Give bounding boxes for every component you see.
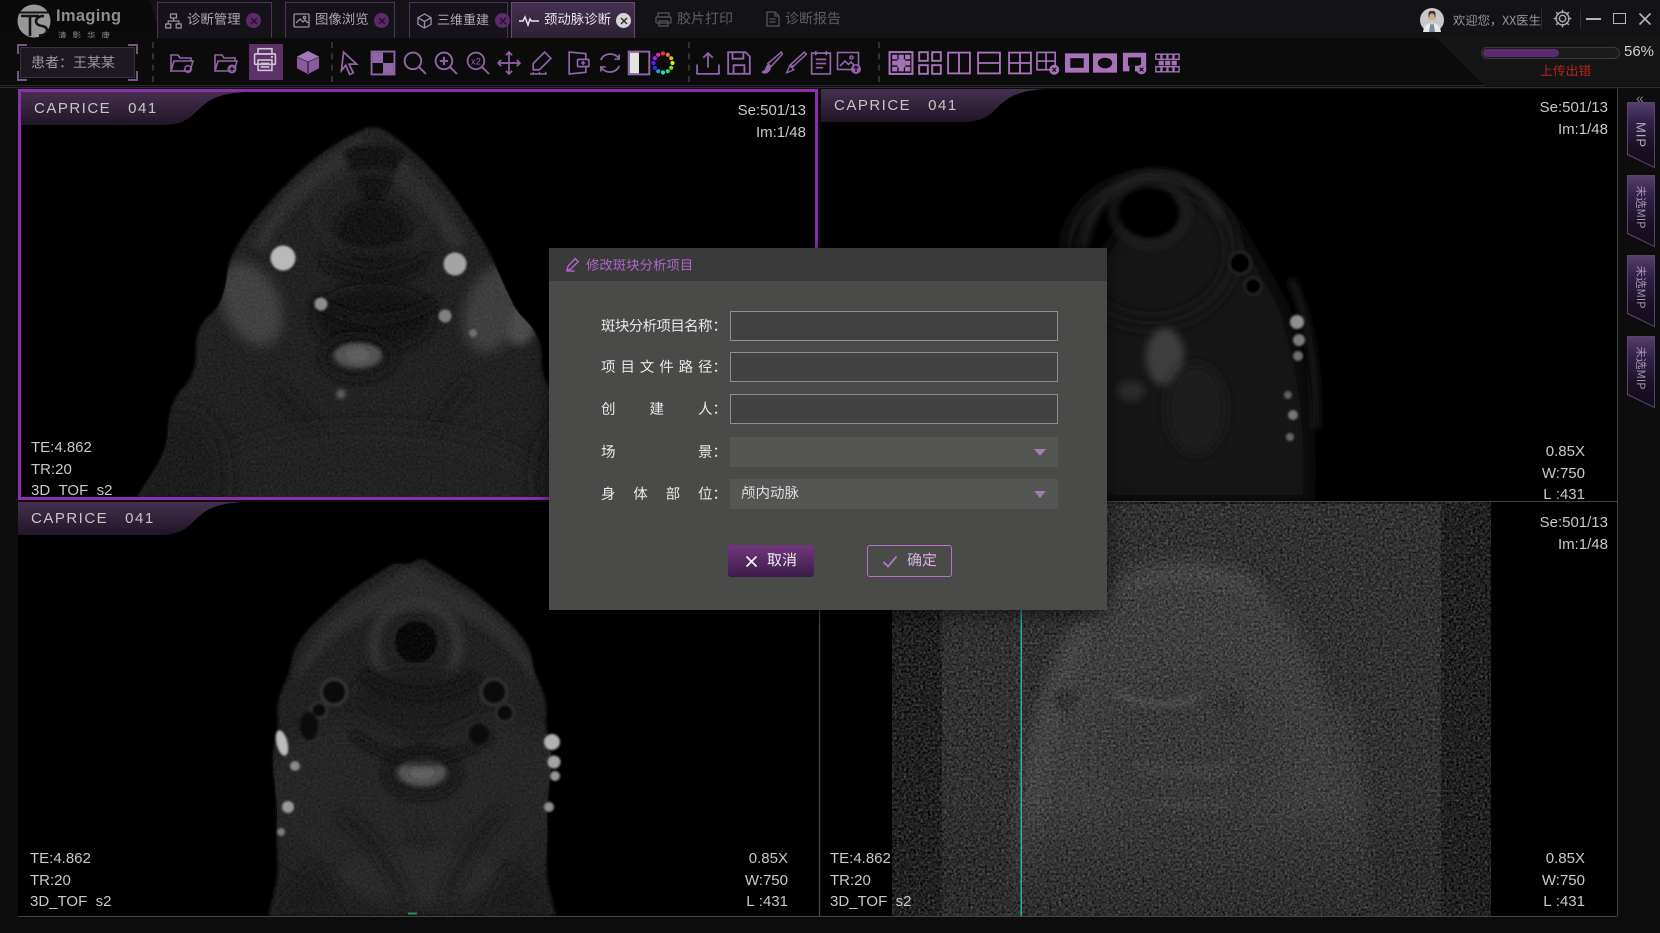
svg-text:x2: x2 <box>471 57 481 67</box>
